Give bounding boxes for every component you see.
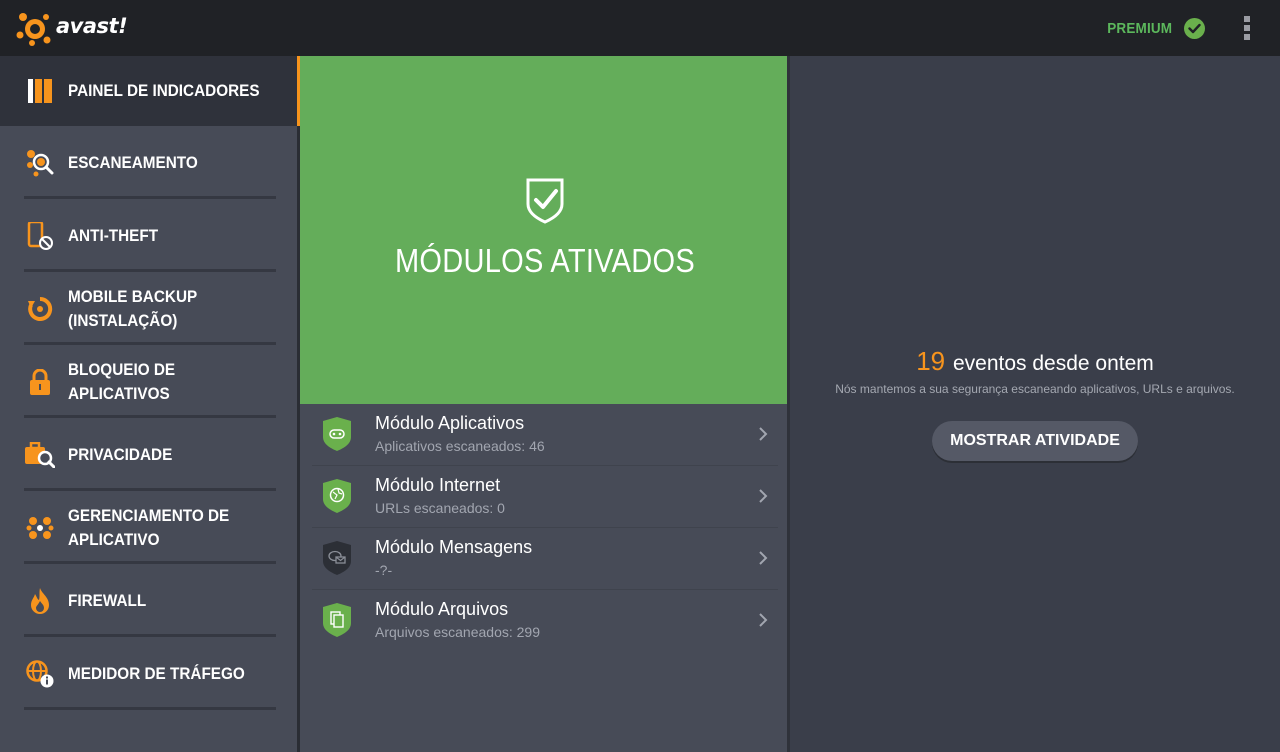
sidebar-item-label: GERENCIAMENTO DE APLICATIVO [68, 505, 230, 549]
module-apps[interactable]: Módulo Aplicativos Aplicativos escaneado… [300, 404, 790, 466]
events-description: Nós mantemos a sua segurança escaneando … [835, 382, 1235, 396]
sidebar-item-label: BLOQUEIO DE APLICATIVOS [68, 359, 176, 403]
sidebar-item-scan[interactable]: ESCANEAMENTO [0, 126, 297, 199]
module-title: Módulo Mensagens [375, 537, 533, 557]
sidebar-item-dashboard[interactable]: PAINEL DE INDICADORES [0, 56, 297, 126]
sidebar-item-label: MEDIDOR DE TRÁFEGO [68, 663, 245, 683]
sidebar-item-label: PRIVACIDADE [68, 444, 173, 464]
sidebar-item-label: ANTI-THEFT [68, 225, 159, 245]
chevron-right-icon [759, 489, 768, 503]
shield-check-icon [526, 178, 564, 224]
firewall-flame-icon [25, 586, 55, 616]
chevron-right-icon [759, 613, 768, 627]
chevron-right-icon [759, 427, 768, 441]
status-hero: MÓDULOS ATIVADOS [300, 56, 790, 404]
events-label: eventos desde ontem [952, 352, 1154, 375]
show-activity-button[interactable]: MOSTRAR ATIVIDADE [932, 421, 1138, 461]
dashboard-icon [25, 76, 55, 106]
module-files[interactable]: Módulo Arquivos Arquivos escaneados: 299 [300, 590, 790, 652]
module-subtitle: Aplicativos escaneados: 46 [375, 438, 545, 454]
premium-status: PREMIUM [1100, 16, 1205, 40]
files-shield-icon [323, 603, 351, 637]
sidebar-item-app-lock[interactable]: BLOQUEIO DE APLICATIVOS [0, 345, 297, 418]
module-subtitle: -?- [375, 562, 393, 578]
avast-logo: avast! [16, 8, 128, 48]
hero-title: MÓDULOS ATIVADOS [394, 242, 696, 279]
modules-list: Módulo Aplicativos Aplicativos escaneado… [300, 404, 790, 652]
anti-theft-phone-icon [25, 221, 55, 251]
module-title: Módulo Internet [375, 475, 501, 495]
sidebar-item-label: FIREWALL [68, 590, 147, 610]
module-title: Módulo Aplicativos [375, 413, 525, 433]
premium-label: PREMIUM [1106, 19, 1172, 37]
module-internet[interactable]: Módulo Internet URLs escaneados: 0 [300, 466, 790, 528]
module-title: Módulo Arquivos [375, 599, 509, 619]
messages-shield-icon [323, 541, 351, 575]
sidebar-item-label: ESCANEAMENTO [68, 152, 198, 172]
sidebar-item-app-management[interactable]: GERENCIAMENTO DE APLICATIVO [0, 491, 297, 564]
sidebar: PAINEL DE INDICADORES ESCANEAMENTO ANTI-… [0, 56, 297, 752]
overflow-menu-icon[interactable] [1240, 16, 1254, 40]
top-bar: avast! PREMIUM [0, 0, 1280, 56]
modules-panel: MÓDULOS ATIVADOS Módulo Aplicativos Apli… [300, 56, 790, 752]
sidebar-item-label: PAINEL DE INDICADORES [68, 81, 260, 100]
apps-shield-icon [323, 417, 351, 451]
lock-icon [25, 367, 55, 397]
activity-panel: 19 eventos desde ontem Nós mantemos a su… [790, 56, 1280, 752]
sidebar-item-traffic-meter[interactable]: MEDIDOR DE TRÁFEGO [0, 637, 297, 710]
privacy-briefcase-icon [25, 440, 55, 470]
module-subtitle: URLs escaneados: 0 [375, 500, 505, 516]
sidebar-item-anti-theft[interactable]: ANTI-THEFT [0, 199, 297, 272]
avast-logo-icon [16, 13, 51, 46]
chevron-right-icon [759, 551, 768, 565]
backup-icon [25, 294, 55, 324]
events-summary: 19 eventos desde ontem [790, 346, 1280, 377]
sidebar-item-mobile-backup[interactable]: MOBILE BACKUP (INSTALAÇÃO) [0, 272, 297, 345]
sidebar-item-firewall[interactable]: FIREWALL [0, 564, 297, 637]
module-messages[interactable]: Módulo Mensagens -?- [300, 528, 790, 590]
internet-shield-icon [323, 479, 351, 513]
divider [24, 707, 276, 710]
check-icon [1184, 17, 1205, 39]
sidebar-item-privacy[interactable]: PRIVACIDADE [0, 418, 297, 491]
scan-icon [25, 148, 55, 178]
sidebar-item-label: MOBILE BACKUP (INSTALAÇÃO) [68, 286, 198, 330]
traffic-globe-icon [25, 659, 55, 689]
events-count: 19 [916, 346, 946, 376]
module-subtitle: Arquivos escaneados: 299 [375, 624, 540, 640]
brand-name: avast! [56, 14, 128, 38]
app-management-icon [25, 513, 55, 543]
